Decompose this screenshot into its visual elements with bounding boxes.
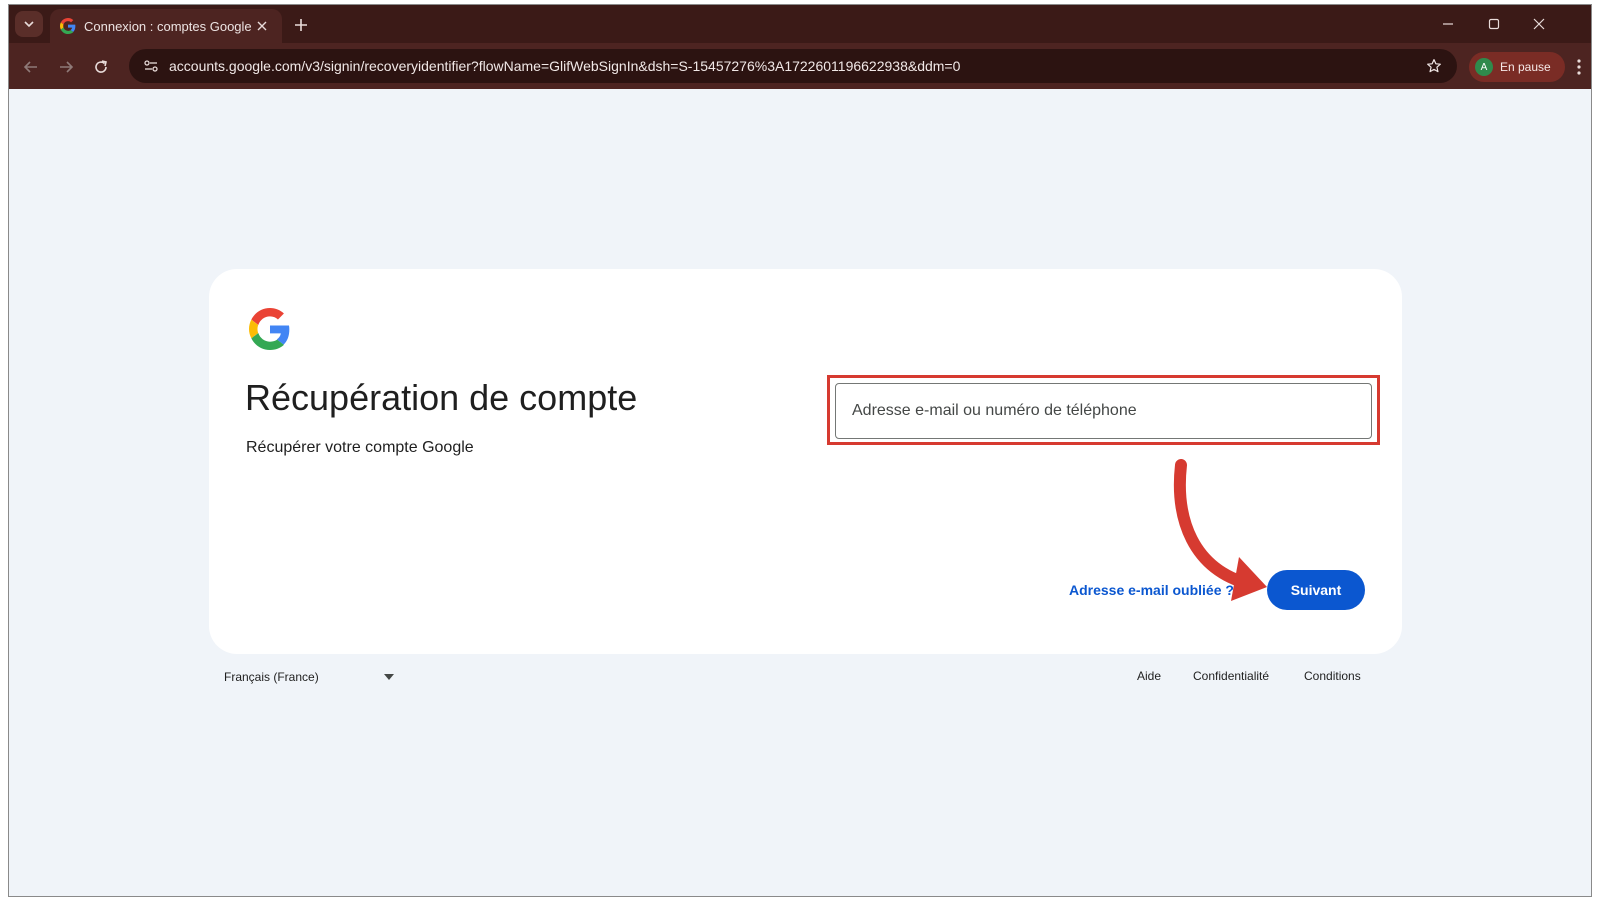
avatar: A [1475,58,1493,76]
google-logo-icon [249,308,290,350]
maximize-icon [1488,18,1500,30]
tab-search-button[interactable] [15,11,43,37]
caret-down-icon [384,674,394,680]
forgot-email-link[interactable]: Adresse e-mail oubliée ? [1069,582,1234,598]
url-text: accounts.google.com/v3/signin/recoveryid… [169,58,961,74]
minimize-icon [1443,23,1453,25]
email-field[interactable] [835,383,1372,439]
page-footer: Français (France) Aide Confidentialité C… [209,655,1402,695]
arrow-right-icon [60,61,74,73]
browser-menu-button[interactable] [1571,55,1587,79]
privacy-link[interactable]: Confidentialité [1193,669,1269,683]
page-title: Récupération de compte [245,377,638,418]
new-tab-button[interactable] [289,13,313,37]
tab-active[interactable]: Connexion : comptes Google [50,9,282,43]
bookmark-star-button[interactable] [1423,55,1445,77]
close-icon [1533,18,1545,30]
next-button[interactable]: Suivant [1267,570,1365,610]
star-icon [1427,59,1441,73]
arrow-left-icon [23,61,37,73]
terms-link[interactable]: Conditions [1304,669,1361,683]
recovery-card: Récupération de compte Récupérer votre c… [209,269,1402,654]
address-bar[interactable]: accounts.google.com/v3/signin/recoveryid… [129,49,1457,83]
help-link[interactable]: Aide [1137,669,1161,683]
reload-button[interactable] [87,53,115,81]
site-settings-icon[interactable] [141,56,161,76]
google-favicon-icon [60,18,76,34]
tab-bar: Connexion : comptes Google [9,5,1591,43]
close-icon [257,21,267,31]
back-button[interactable] [17,53,45,81]
tab-close-button[interactable] [252,16,272,36]
page-subtitle: Récupérer votre compte Google [246,439,474,456]
forward-button[interactable] [52,53,80,81]
browser-window: Connexion : comptes Google accounts.goog… [8,4,1592,897]
profile-button[interactable]: A En pause [1469,52,1565,82]
profile-status-label: En pause [1500,60,1551,74]
minimize-button[interactable] [1430,11,1466,37]
tab-title: Connexion : comptes Google [84,18,252,34]
close-window-button[interactable] [1521,11,1557,37]
language-select[interactable]: Français (France) [224,667,394,687]
page-viewport: Récupération de compte Récupérer votre c… [9,89,1591,896]
plus-icon [295,19,307,31]
reload-icon [95,60,107,73]
more-vertical-icon [1577,59,1581,75]
language-label: Français (France) [224,670,319,684]
chevron-down-icon [24,21,34,28]
maximize-button[interactable] [1476,11,1512,37]
browser-toolbar: accounts.google.com/v3/signin/recoveryid… [9,43,1591,89]
